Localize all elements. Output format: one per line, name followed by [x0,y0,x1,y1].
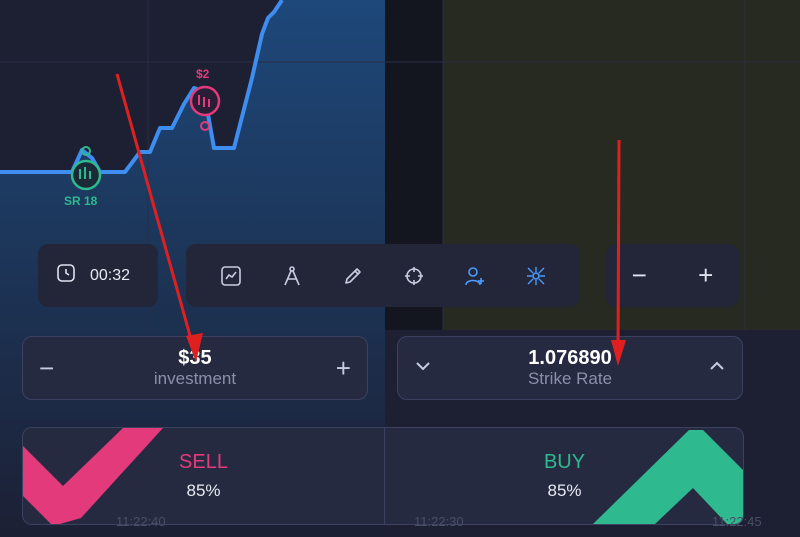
chevron-down-icon[interactable] [414,357,432,380]
user-add-icon[interactable] [462,263,488,289]
strike-rate-label: Strike Rate [527,369,613,388]
buy-marker-label: SR 18 [64,194,98,208]
investment-increase-button[interactable]: + [336,353,351,384]
chevron-up-icon[interactable] [708,357,726,380]
investment-field[interactable]: − $35 investment + [22,336,368,400]
expiry-timer[interactable]: 00:32 [38,244,158,307]
time-axis-label: 11:22:30 [414,514,464,529]
strike-rate-field[interactable]: 1.076890 Strike Rate [397,336,743,400]
network-icon[interactable] [523,263,549,289]
sell-button[interactable]: SELL 85% [23,428,385,524]
zoom-out-button[interactable]: − [632,260,647,291]
trade-panel: SELL 85% BUY 85% [22,427,744,525]
timer-value: 00:32 [90,266,131,284]
zoom-controls: − + [606,244,739,307]
sell-payout: 85% [186,481,221,500]
buy-payout: 85% [547,481,582,500]
investment-value[interactable]: $35 [154,347,236,369]
chart-type-icon[interactable] [218,263,244,289]
time-axis-label: 11:22:40 [116,514,166,529]
buy-button[interactable]: BUY 85% [384,428,743,524]
buy-label: BUY [543,451,586,473]
investment-decrease-button[interactable]: − [39,353,54,384]
zoom-in-button[interactable]: + [698,260,713,291]
pencil-icon[interactable] [340,263,366,289]
chart-toolbar [186,244,580,307]
strike-rate-value[interactable]: 1.076890 [528,347,612,369]
crosshair-icon[interactable] [401,263,427,289]
sell-label: SELL [179,451,228,473]
investment-label: investment [153,369,237,388]
sell-marker-label: $2 [196,67,210,81]
time-axis-label: 11:22:45 [712,514,762,529]
compass-icon[interactable] [279,263,305,289]
clock-icon [56,263,76,288]
